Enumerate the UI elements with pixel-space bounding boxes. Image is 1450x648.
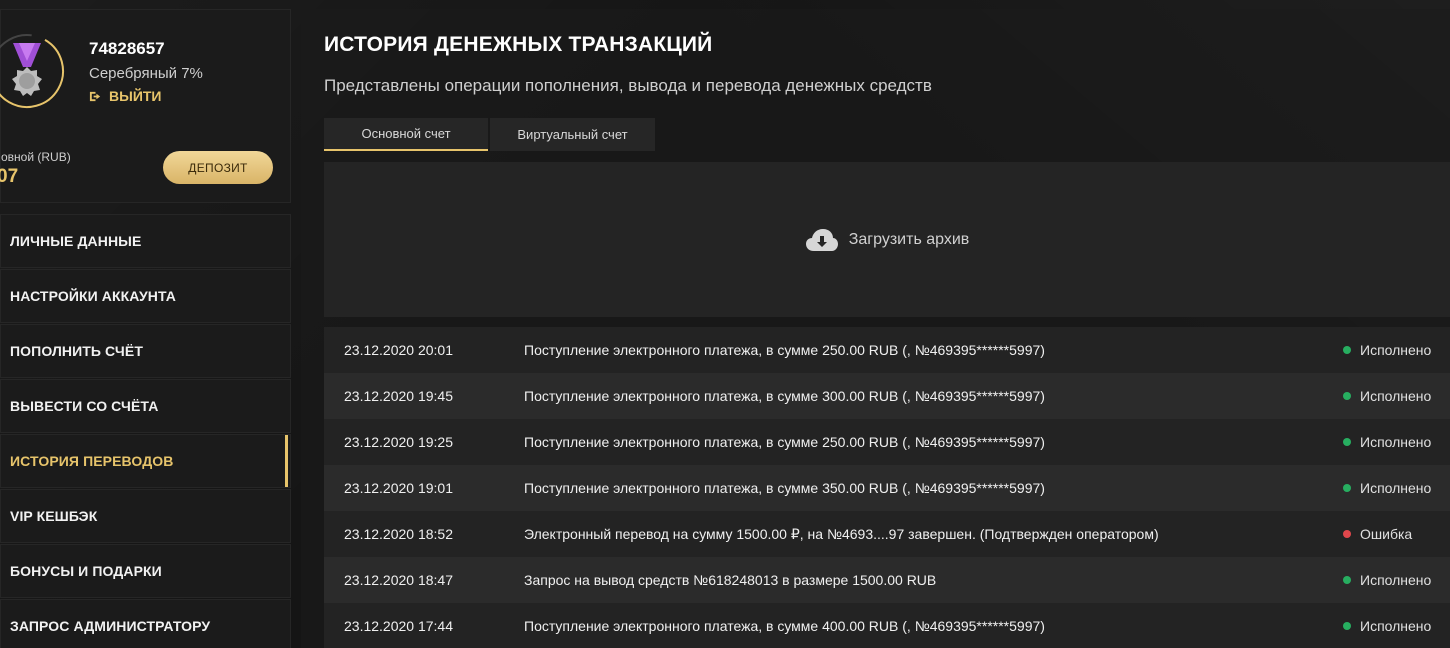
menu-item-admin-request[interactable]: ЗАПРОС АДМИНИСТРАТОРУ [0,599,291,648]
table-row: 23.12.2020 19:01 Поступление электронного… [324,465,1450,511]
menu-item-transfer-history[interactable]: ИСТОРИЯ ПЕРЕВОДОВ [0,434,291,488]
transactions-table: 23.12.2020 20:01 Поступление электронного… [324,327,1450,648]
status-label: Ошибка [1360,526,1413,542]
tab-main-account[interactable]: Основной счет [324,118,488,151]
download-archive-button[interactable]: Загрузить архив [324,162,1450,317]
transaction-status: Исполнено [1343,572,1450,588]
menu-item-bonuses[interactable]: БОНУСЫ И ПОДАРКИ [0,544,291,598]
user-id: 74828657 [89,39,165,58]
balance-value: 07 [0,166,19,187]
tab-virtual-account[interactable]: Виртуальный счет [490,118,655,151]
table-row: 23.12.2020 18:47 Запрос на вывод средств … [324,557,1450,603]
transaction-date: 23.12.2020 19:25 [344,434,453,450]
transaction-date: 23.12.2020 19:45 [344,388,453,404]
page-title: ИСТОРИЯ ДЕНЕЖНЫХ ТРАНЗАКЦИЙ [324,33,713,56]
menu-item-account-settings[interactable]: НАСТРОЙКИ АККАУНТА [0,269,291,323]
table-row: 23.12.2020 20:01 Поступление электронного… [324,327,1450,373]
transaction-date: 23.12.2020 20:01 [344,342,453,358]
status-dot-icon [1343,438,1351,446]
logout-label: ВЫЙТИ [109,88,162,104]
status-dot-icon [1343,392,1351,400]
transaction-status: Исполнено [1343,342,1450,358]
logout-link[interactable]: ВЫЙТИ [89,88,162,104]
main-content: ИСТОРИЯ ДЕНЕЖНЫХ ТРАНЗАКЦИЙ Представлены… [301,9,1450,648]
status-dot-icon [1343,622,1351,630]
balance-label: овной (RUB) [1,150,71,164]
status-dot-icon [1343,484,1351,492]
account-tabs: Основной счет Виртуальный счет [324,118,657,151]
sidebar: 74828657 Серебряный 7% ВЫЙТИ овной (RUB)… [0,9,291,648]
menu-item-personal-data[interactable]: ЛИЧНЫЕ ДАННЫЕ [0,214,291,268]
transaction-description: Поступление электронного платежа, в сумм… [524,342,1045,358]
profile-card: 74828657 Серебряный 7% ВЫЙТИ овной (RUB)… [0,9,291,203]
status-dot-icon [1343,576,1351,584]
status-label: Исполнено [1360,388,1432,404]
transaction-status: Исполнено [1343,480,1450,496]
status-label: Исполнено [1360,618,1432,634]
transaction-date: 23.12.2020 18:52 [344,526,453,542]
silver-medal-icon [0,34,64,108]
menu-item-top-up[interactable]: ПОПОЛНИТЬ СЧЁТ [0,324,291,378]
deposit-button[interactable]: ДЕПОЗИТ [163,151,273,184]
transaction-date: 23.12.2020 18:47 [344,572,453,588]
status-label: Исполнено [1360,480,1432,496]
status-label: Исполнено [1360,434,1432,450]
transaction-description: Поступление электронного платежа, в сумм… [524,388,1045,404]
transaction-status: Исполнено [1343,388,1450,404]
transaction-status: Ошибка [1343,526,1450,542]
table-row: 23.12.2020 17:44 Поступление электронного… [324,603,1450,648]
table-row: 23.12.2020 19:25 Поступление электронного… [324,419,1450,465]
sidebar-menu: ЛИЧНЫЕ ДАННЫЕ НАСТРОЙКИ АККАУНТА ПОПОЛНИ… [0,214,291,648]
transaction-status: Исполнено [1343,434,1450,450]
transaction-date: 23.12.2020 17:44 [344,618,453,634]
menu-item-vip-cashback[interactable]: VIP КЕШБЭК [0,489,291,543]
transaction-date: 23.12.2020 19:01 [344,480,453,496]
transaction-description: Поступление электронного платежа, в сумм… [524,434,1045,450]
table-row: 23.12.2020 18:52 Электронный перевод на с… [324,511,1450,557]
table-row: 23.12.2020 19:45 Поступление электронного… [324,373,1450,419]
transaction-status: Исполнено [1343,618,1450,634]
status-dot-icon [1343,530,1351,538]
status-label: Исполнено [1360,572,1432,588]
transaction-description: Запрос на вывод средств №618248013 в раз… [524,572,937,588]
menu-item-withdraw[interactable]: ВЫВЕСТИ СО СЧЁТА [0,379,291,433]
user-level: Серебряный 7% [89,65,203,82]
transaction-description: Поступление электронного платежа, в сумм… [524,480,1045,496]
page-subtitle: Представлены операции пополнения, вывода… [324,76,932,95]
transaction-description: Электронный перевод на сумму 1500.00 ₽, … [524,525,1159,542]
status-dot-icon [1343,346,1351,354]
archive-label: Загрузить архив [848,230,970,248]
logout-icon [89,91,101,101]
cloud-download-icon [805,228,838,251]
transaction-description: Поступление электронного платежа, в сумм… [524,618,1045,634]
status-label: Исполнено [1360,342,1432,358]
